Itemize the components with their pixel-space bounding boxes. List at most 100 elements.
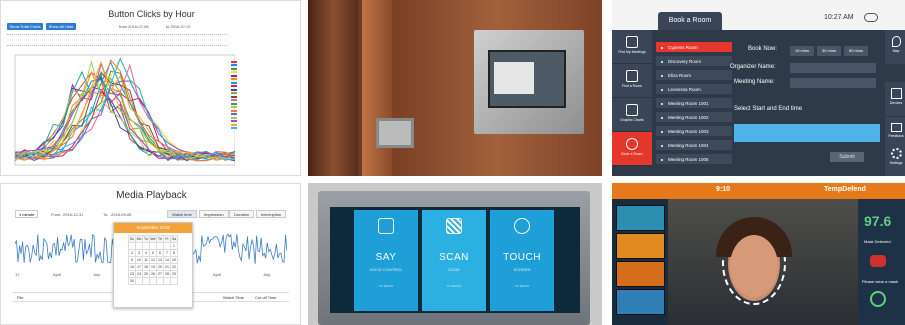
calendar-day[interactable]: 28: [163, 270, 171, 278]
date-to[interactable]: to 2016-07-07: [166, 24, 191, 29]
calendar-day[interactable]: 21: [163, 263, 171, 271]
legend-swatch[interactable]: [231, 113, 237, 115]
legend-swatch[interactable]: [231, 78, 237, 80]
calendar-day[interactable]: 30: [128, 277, 136, 285]
legend-swatch[interactable]: [231, 92, 237, 94]
calendar-day[interactable]: 19: [149, 263, 157, 271]
legend-swatch[interactable]: [231, 81, 237, 84]
kiosk-scan-panel[interactable]: SCAN CODE TO BEGIN: [422, 210, 486, 311]
show-all-hide-button[interactable]: Show All Hide: [46, 23, 76, 30]
legend-swatch[interactable]: [231, 99, 237, 101]
calendar-day[interactable]: 6: [156, 249, 164, 257]
calendar-day[interactable]: [163, 242, 171, 250]
calendar-day[interactable]: 27: [156, 270, 164, 278]
legend-swatch[interactable]: [231, 116, 237, 119]
book-60-button[interactable]: 60 mins: [844, 46, 868, 56]
legend-swatch[interactable]: [231, 109, 237, 112]
legend-swatch[interactable]: [231, 102, 237, 105]
legend-swatch[interactable]: [231, 60, 237, 63]
calendar-day[interactable]: [156, 242, 164, 250]
calendar-day[interactable]: 20: [156, 263, 164, 271]
calendar-day[interactable]: [163, 277, 171, 285]
calendar-day[interactable]: 25: [142, 270, 150, 278]
from-date[interactable]: 2016-12-31: [63, 212, 83, 217]
calendar-day[interactable]: 23: [128, 270, 136, 278]
legend-swatch[interactable]: [231, 85, 237, 87]
calendar-day[interactable]: [142, 242, 150, 250]
calendar-day[interactable]: [149, 242, 157, 250]
nav-settings[interactable]: Settings: [885, 142, 905, 176]
calendar-day[interactable]: 16: [128, 263, 136, 271]
calendar-day[interactable]: 14: [163, 256, 171, 264]
room-item[interactable]: Discovery Room: [656, 56, 732, 67]
nav-find-a-room[interactable]: Find a Room: [612, 64, 652, 98]
calendar-day[interactable]: [135, 242, 143, 250]
legend-swatch[interactable]: [231, 106, 237, 108]
calendar-day[interactable]: 15: [170, 256, 178, 264]
to-date[interactable]: 2018-09-08: [111, 212, 131, 217]
nav-map[interactable]: Map: [885, 30, 905, 64]
calendar-day[interactable]: 26: [149, 270, 157, 278]
nav-devices[interactable]: Devices: [885, 82, 905, 116]
kiosk-say-panel[interactable]: SAY VOICE CONTROL TO BEGIN: [354, 210, 418, 311]
tab-duration[interactable]: Duration: [229, 210, 255, 218]
nav-find-my-meetings[interactable]: Find My Meetings: [612, 30, 652, 64]
calendar-day[interactable]: [170, 277, 178, 285]
calendar-day[interactable]: 29: [170, 270, 178, 278]
calendar-day[interactable]: 24: [135, 270, 143, 278]
legend-swatch[interactable]: [231, 64, 237, 66]
room-item[interactable]: Meeting Room 1003: [656, 126, 732, 137]
room-item[interactable]: Eliza Room: [656, 70, 732, 81]
date-from[interactable]: from 2016-07-06: [119, 24, 149, 29]
calendar-day[interactable]: 5: [149, 249, 157, 257]
calendar-day[interactable]: [135, 277, 143, 285]
legend-swatch[interactable]: [231, 127, 237, 129]
legend-swatch[interactable]: [231, 71, 237, 73]
calendar-day[interactable]: [149, 277, 157, 285]
show-total-clicks-button[interactable]: Show Total Clicks: [7, 23, 43, 30]
room-item[interactable]: Meeting Room 1004: [656, 140, 732, 151]
legend-swatch[interactable]: [231, 120, 237, 122]
calendar-day[interactable]: 7: [163, 249, 171, 257]
calendar-day[interactable]: 1: [170, 242, 178, 250]
calendar-day[interactable]: 22: [170, 263, 178, 271]
calendar-day[interactable]: 13: [156, 256, 164, 264]
room-item[interactable]: Meeting Room 1005: [656, 154, 732, 165]
room-item[interactable]: Meeting Room 1002: [656, 112, 732, 123]
legend-swatch[interactable]: [231, 74, 237, 77]
calendar-day[interactable]: [156, 277, 164, 285]
calendar-day[interactable]: 2: [128, 249, 136, 257]
room-item[interactable]: Cypress Room: [656, 42, 732, 53]
tab-impression[interactable]: Impression: [199, 210, 229, 218]
legend-swatch[interactable]: [231, 123, 237, 126]
calendar-day[interactable]: 12: [149, 256, 157, 264]
calendar-day[interactable]: 4: [142, 249, 150, 257]
calendar-day[interactable]: 8: [170, 249, 178, 257]
legend-swatch[interactable]: [231, 95, 237, 98]
legend-swatch[interactable]: [231, 88, 237, 91]
room-item[interactable]: Meeting Room 1001: [656, 98, 732, 109]
calendar-day[interactable]: 18: [142, 263, 150, 271]
organizer-field[interactable]: [790, 63, 876, 73]
date-picker-popup[interactable]: September 2018 Su Mo Tu We Th Fr Sa 1 2 3 4 5 6 7 8 9 10…: [113, 222, 193, 308]
calendar-day[interactable]: 17: [135, 263, 143, 271]
interval-select[interactable]: 1 minute: [15, 210, 39, 218]
room-item[interactable]: Leonessa Room: [656, 84, 732, 95]
legend-swatch[interactable]: [231, 67, 237, 70]
calendar-day[interactable]: [142, 277, 150, 285]
time-slot-bar[interactable]: [734, 124, 880, 142]
submit-button[interactable]: Submit: [830, 152, 864, 162]
calendar-day[interactable]: 9: [128, 256, 136, 264]
nav-graphic-charts[interactable]: Graphic Charts: [612, 98, 652, 132]
tab-watch-time[interactable]: Watch time: [167, 210, 197, 218]
calendar-day[interactable]: 11: [142, 256, 150, 264]
calendar-day[interactable]: 10: [135, 256, 143, 264]
book-30-button[interactable]: 30 mins: [817, 46, 841, 56]
meeting-field[interactable]: [790, 78, 876, 88]
nav-book-a-room[interactable]: Book a Room: [612, 132, 652, 166]
kiosk-touch-panel[interactable]: TOUCH SCREEN TO BEGIN: [490, 210, 554, 311]
tab-interruption[interactable]: Interruption: [256, 210, 287, 218]
calendar-day[interactable]: [128, 242, 136, 250]
book-15-button[interactable]: 15 mins: [790, 46, 814, 56]
calendar-day[interactable]: 3: [135, 249, 143, 257]
